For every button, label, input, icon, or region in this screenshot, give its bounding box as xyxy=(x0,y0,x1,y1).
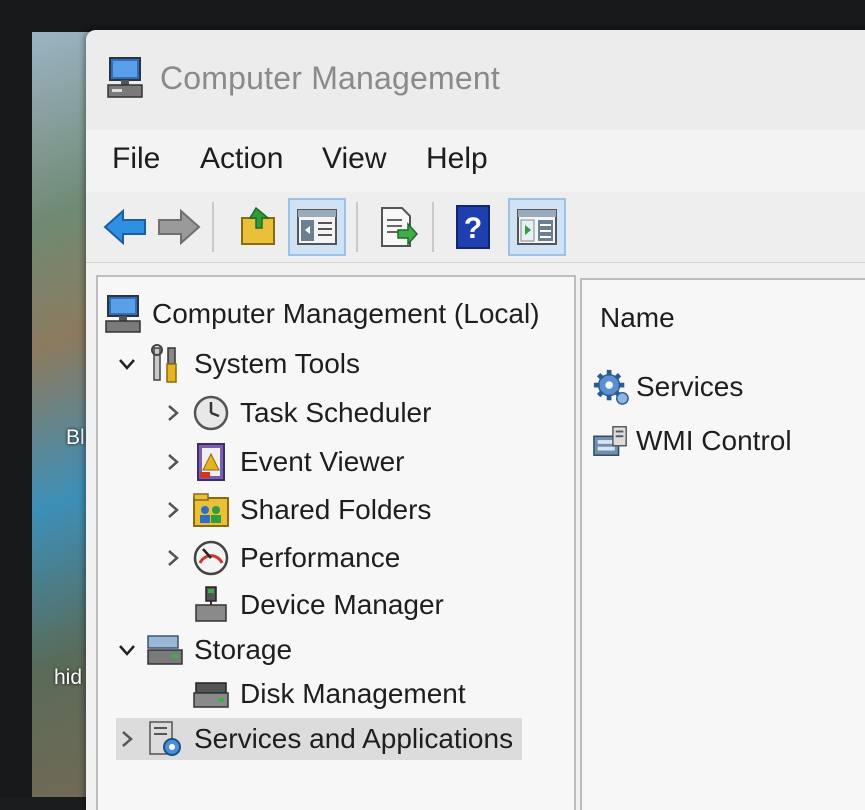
list-item-services[interactable]: Services xyxy=(592,364,743,410)
disk-drive-icon xyxy=(192,675,230,713)
back-arrow-icon xyxy=(103,208,146,246)
chevron-right-icon[interactable] xyxy=(162,402,184,424)
tree-item-label: System Tools xyxy=(194,348,360,379)
title-bar[interactable]: Computer Management xyxy=(86,30,865,130)
forward-button[interactable] xyxy=(150,198,208,256)
device-manager-icon xyxy=(192,586,230,624)
export-list-icon xyxy=(381,207,418,247)
tree-item-label: Performance xyxy=(240,542,401,573)
tree-item-label: Services and Applications xyxy=(194,723,514,754)
show-hide-console-tree-icon xyxy=(297,209,337,245)
tree-item-performance[interactable]: Performance xyxy=(162,537,400,579)
results-list-pane[interactable]: Name Services WMI Control xyxy=(580,278,865,810)
performance-gauge-icon xyxy=(192,539,230,577)
tree-item-task-scheduler[interactable]: Task Scheduler xyxy=(162,392,431,434)
export-list-button[interactable] xyxy=(368,198,426,256)
help-icon: ? xyxy=(456,205,490,249)
desktop-icon-label[interactable]: Bl xyxy=(66,426,85,450)
up-one-level-button[interactable] xyxy=(230,198,288,256)
wmi-control-icon xyxy=(592,422,630,460)
services-and-applications-icon xyxy=(146,720,184,758)
tree-item-label: Task Scheduler xyxy=(240,397,432,428)
chevron-right-icon[interactable] xyxy=(162,547,184,569)
tree-item-device-manager[interactable]: Device Manager xyxy=(192,584,444,626)
system-tools-icon xyxy=(146,344,184,383)
show-hide-action-pane-icon xyxy=(517,209,557,245)
desktop-icon-label[interactable]: hid xyxy=(54,666,82,690)
tree-item-storage[interactable]: Storage xyxy=(116,629,292,671)
up-folder-icon xyxy=(241,206,275,245)
tree-item-label: Event Viewer xyxy=(240,446,405,477)
services-gear-icon xyxy=(592,368,630,406)
tree-item-label: Shared Folders xyxy=(240,494,432,525)
chevron-right-icon[interactable] xyxy=(162,451,184,473)
shared-folder-icon xyxy=(192,491,230,529)
chevron-down-icon[interactable] xyxy=(116,639,138,661)
computer-management-icon xyxy=(107,57,143,98)
tree-item-services-and-applications[interactable]: Services and Applications xyxy=(116,718,522,760)
event-viewer-icon xyxy=(192,443,230,481)
list-item-label: WMI Control xyxy=(636,425,792,456)
forward-arrow-icon xyxy=(158,208,201,246)
column-header-name[interactable]: Name xyxy=(600,302,675,334)
menu-view[interactable]: View xyxy=(322,142,386,176)
list-item-label: Services xyxy=(636,371,744,402)
show-hide-console-tree-button[interactable] xyxy=(288,198,346,256)
tree-item-label: Disk Management xyxy=(240,678,466,709)
tree-item-computer-management-local[interactable]: Computer Management (Local) xyxy=(104,293,540,335)
toolbar-separator xyxy=(212,202,214,252)
svg-text:?: ? xyxy=(464,212,482,245)
tree-item-label: Computer Management (Local) xyxy=(152,298,540,329)
computer-management-icon xyxy=(104,295,142,333)
menu-bar: File Action View Help xyxy=(86,130,865,192)
tree-item-system-tools[interactable]: System Tools xyxy=(116,343,360,385)
toolbar: ? xyxy=(86,192,865,263)
tree-item-label: Device Manager xyxy=(240,589,444,620)
tree-item-disk-management[interactable]: Disk Management xyxy=(192,673,466,715)
chevron-right-icon[interactable] xyxy=(116,728,138,750)
computer-management-window: Computer Management File Action View Hel… xyxy=(86,30,865,810)
help-button[interactable]: ? xyxy=(444,198,502,256)
show-hide-action-pane-button[interactable] xyxy=(508,198,566,256)
chevron-down-icon[interactable] xyxy=(116,353,138,375)
console-tree-pane[interactable]: Computer Management (Local) System Tools xyxy=(96,275,576,810)
toolbar-separator xyxy=(432,202,434,252)
menu-action[interactable]: Action xyxy=(200,142,283,176)
menu-file[interactable]: File xyxy=(112,142,160,176)
list-item-wmi-control[interactable]: WMI Control xyxy=(592,418,792,464)
tree-item-event-viewer[interactable]: Event Viewer xyxy=(162,441,404,483)
back-button[interactable] xyxy=(96,198,154,256)
tree-item-label: Storage xyxy=(194,634,293,665)
menu-help[interactable]: Help xyxy=(426,142,488,176)
toolbar-separator xyxy=(356,202,358,252)
window-title: Computer Management xyxy=(160,60,500,96)
chevron-right-icon[interactable] xyxy=(162,499,184,521)
tree-item-shared-folders[interactable]: Shared Folders xyxy=(162,489,431,531)
storage-icon xyxy=(146,631,184,669)
clock-icon xyxy=(192,394,230,432)
